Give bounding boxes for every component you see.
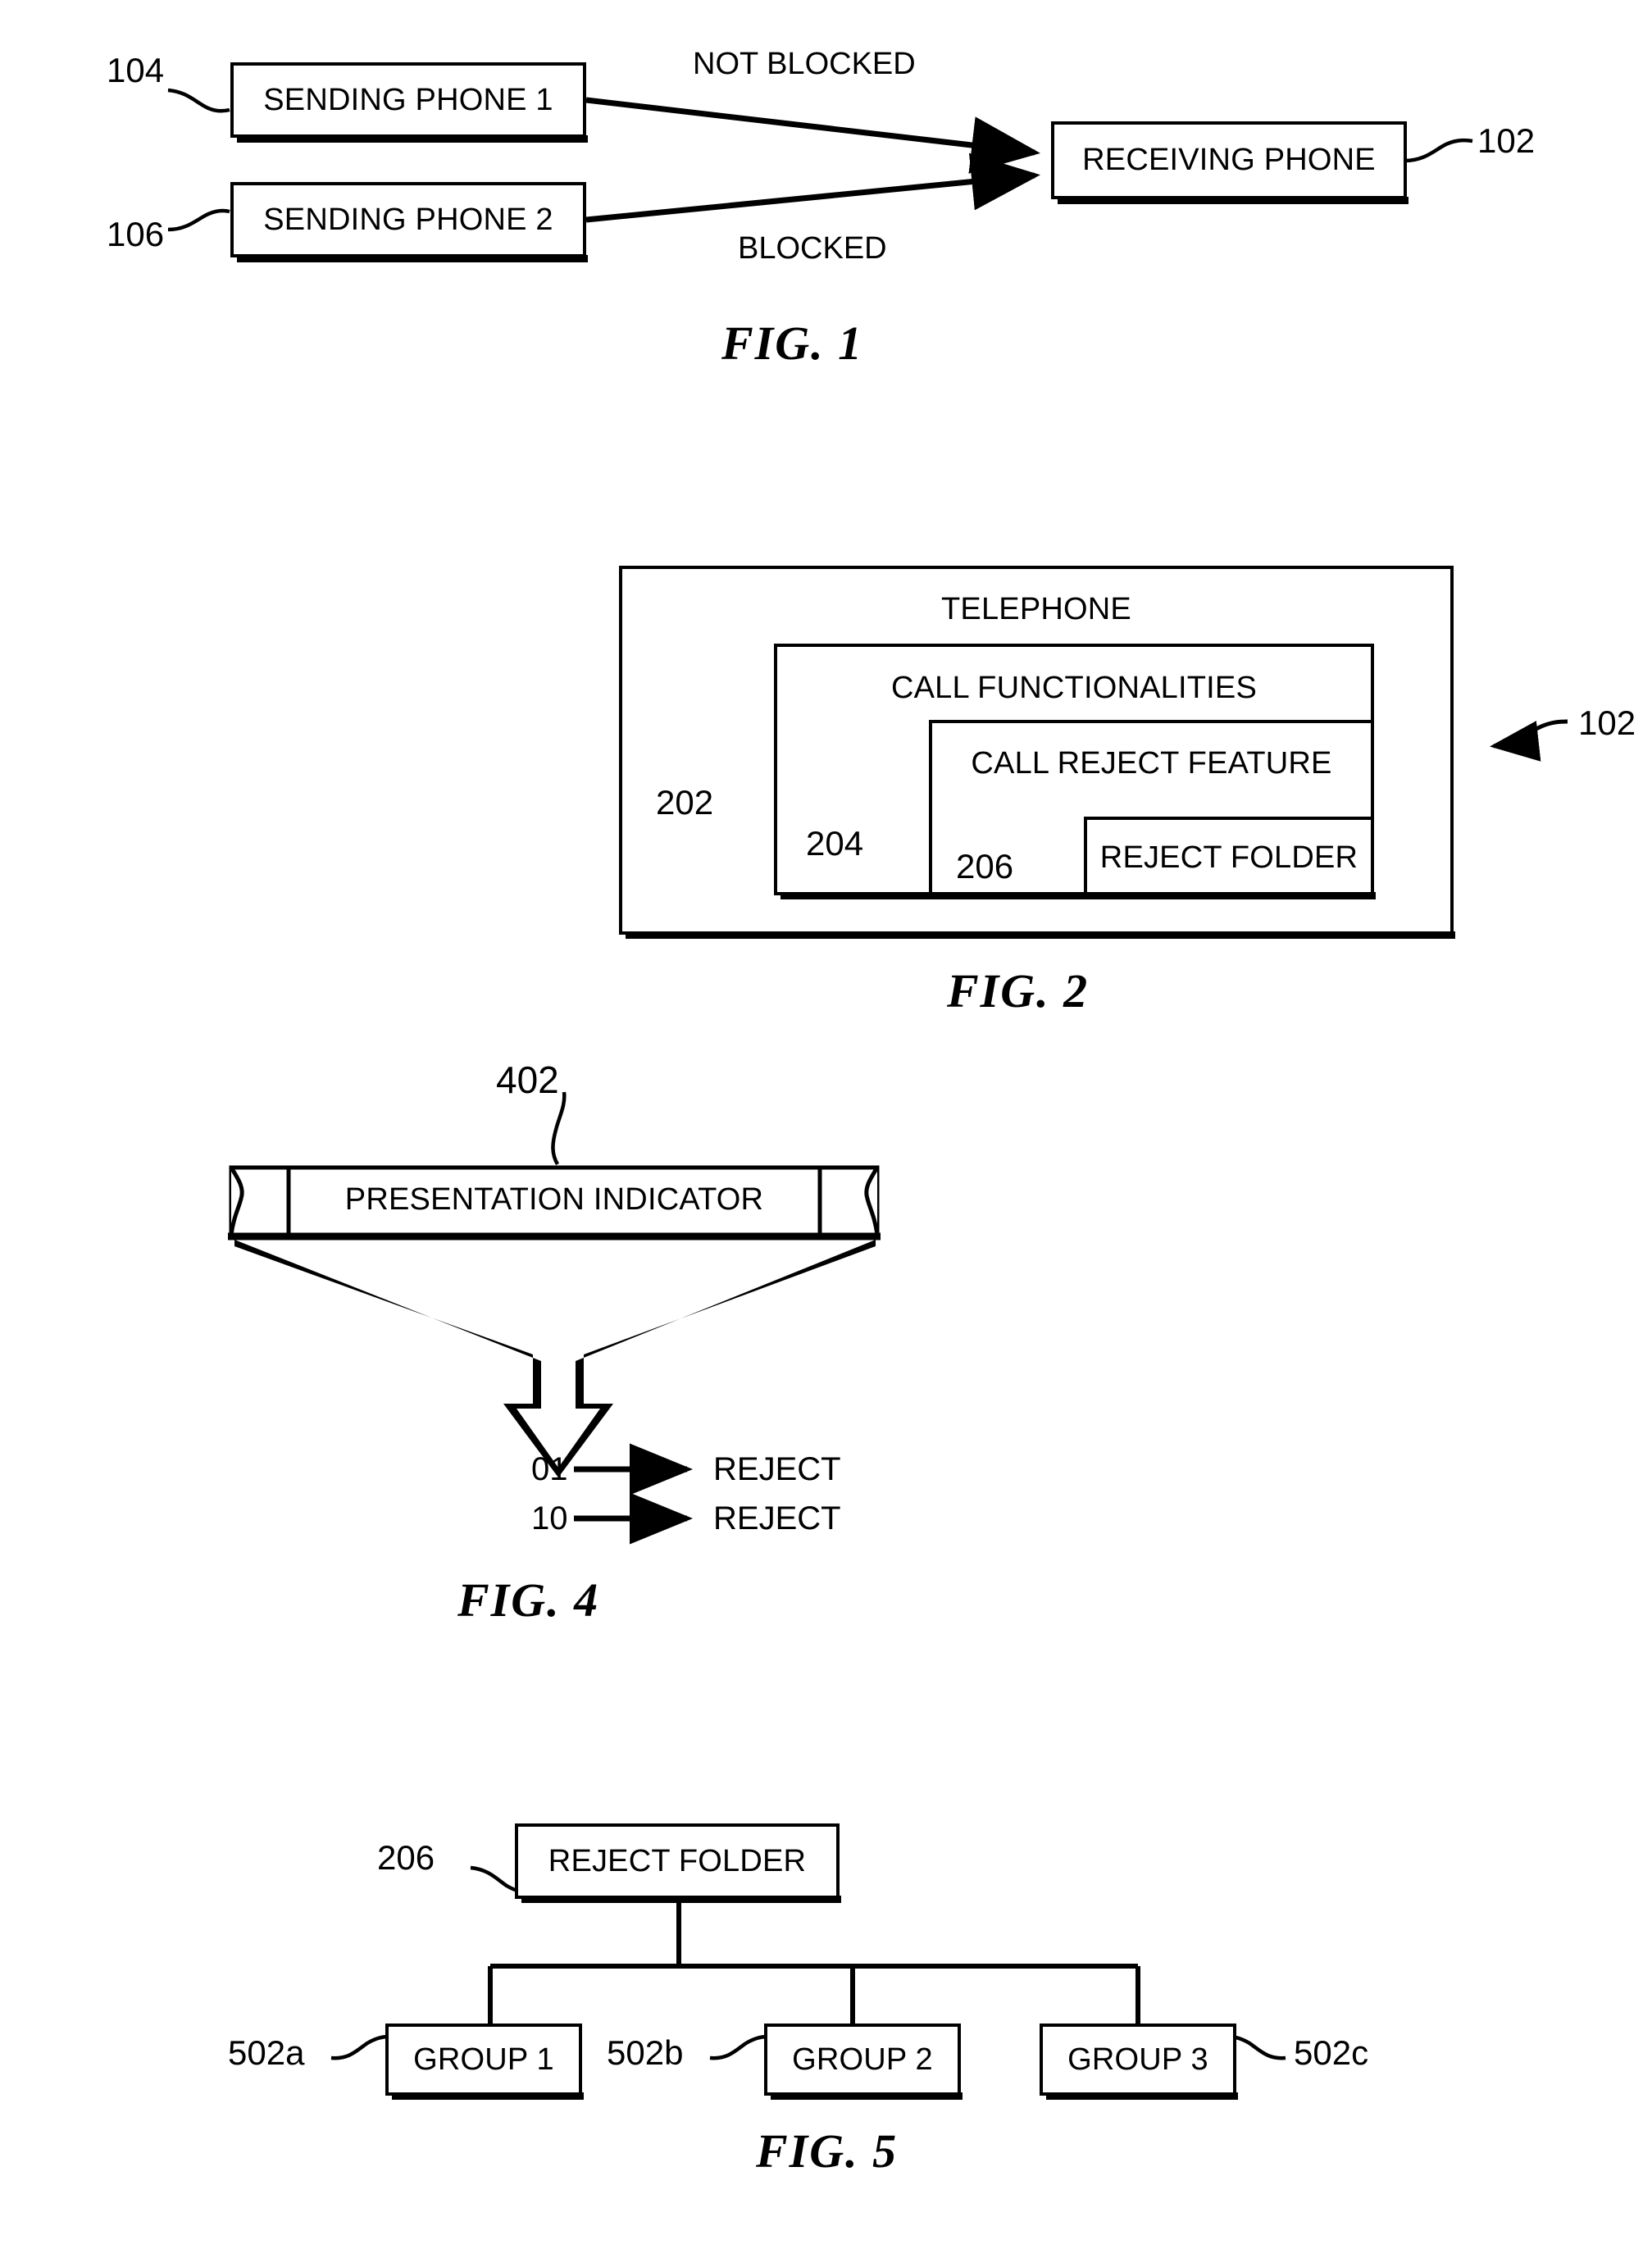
mapping-result-1: REJECT bbox=[713, 1500, 841, 1536]
arrow-not-blocked bbox=[585, 97, 1040, 174]
leader-line-102-fig2 bbox=[1490, 719, 1568, 762]
ref-number-502b: 502b bbox=[607, 2033, 684, 2072]
sending-phone-1-label: SENDING PHONE 1 bbox=[263, 82, 553, 117]
group-3-box: GROUP 3 bbox=[1040, 2024, 1236, 2096]
reject-folder-label-fig2: REJECT FOLDER bbox=[1099, 840, 1358, 875]
leader-line-104 bbox=[167, 88, 230, 113]
mapping-code-0: 01 bbox=[531, 1451, 568, 1487]
mapping-code-1: 10 bbox=[531, 1500, 568, 1536]
ref-number-102-fig2: 102 bbox=[1578, 703, 1636, 742]
arrow-blocked bbox=[585, 153, 1040, 223]
group-3-label: GROUP 3 bbox=[1067, 2042, 1208, 2077]
ref-number-206-fig5: 206 bbox=[377, 1838, 435, 1877]
reject-folder-label-fig5: REJECT FOLDER bbox=[548, 1843, 807, 1878]
figure-5-caption: FIG. 5 bbox=[756, 2124, 899, 2178]
ref-number-402: 402 bbox=[496, 1058, 559, 1101]
presentation-indicator-label: PRESENTATION INDICATOR bbox=[344, 1182, 764, 1217]
leader-line-502c bbox=[1227, 2034, 1286, 2060]
edge-label-blocked: BLOCKED bbox=[738, 231, 887, 266]
figure-4-caption: FIG. 4 bbox=[457, 1573, 600, 1627]
group-1-box: GROUP 1 bbox=[385, 2024, 582, 2096]
leader-line-502b bbox=[709, 2034, 768, 2060]
call-functionalities-label: CALL FUNCTIONALITIES bbox=[890, 671, 1257, 705]
leader-line-102-fig1 bbox=[1404, 138, 1473, 163]
reject-folder-box-fig5: REJECT FOLDER bbox=[515, 1823, 840, 1899]
leader-line-502a bbox=[330, 2034, 389, 2060]
leader-line-106 bbox=[167, 208, 230, 232]
funnel-arrow-outline bbox=[234, 1240, 876, 1477]
patent-drawing-sheet: SENDING PHONE 1 104 SENDING PHONE 2 106 … bbox=[0, 0, 1652, 2258]
group-1-label: GROUP 1 bbox=[413, 2042, 554, 2077]
mapping-result-0: REJECT bbox=[713, 1451, 841, 1487]
ref-number-106: 106 bbox=[107, 215, 165, 253]
edge-label-not-blocked: NOT BLOCKED bbox=[693, 47, 916, 81]
leader-line-402 bbox=[551, 1091, 567, 1166]
ref-number-204: 204 bbox=[806, 824, 864, 863]
figure-2-caption: FIG. 2 bbox=[947, 964, 1090, 1017]
group-2-label: GROUP 2 bbox=[792, 2042, 933, 2077]
ref-number-202: 202 bbox=[656, 783, 714, 822]
ref-number-102-fig1: 102 bbox=[1477, 121, 1536, 160]
sending-phone-2-label: SENDING PHONE 2 bbox=[263, 202, 553, 237]
receiving-phone-box: RECEIVING PHONE bbox=[1051, 121, 1407, 199]
sending-phone-2-box: SENDING PHONE 2 bbox=[230, 182, 586, 257]
sending-phone-1-box: SENDING PHONE 1 bbox=[230, 62, 586, 138]
receiving-phone-label: RECEIVING PHONE bbox=[1082, 143, 1376, 177]
ref-number-502a: 502a bbox=[228, 2033, 305, 2072]
telephone-label: TELEPHONE bbox=[941, 592, 1131, 626]
group-2-box: GROUP 2 bbox=[764, 2024, 961, 2096]
ref-number-104: 104 bbox=[107, 51, 165, 89]
figure-1-caption: FIG. 1 bbox=[721, 316, 864, 370]
call-reject-feature-label: CALL REJECT FEATURE bbox=[971, 746, 1332, 781]
ref-number-206: 206 bbox=[956, 847, 1014, 885]
ref-number-502c: 502c bbox=[1294, 2033, 1369, 2072]
